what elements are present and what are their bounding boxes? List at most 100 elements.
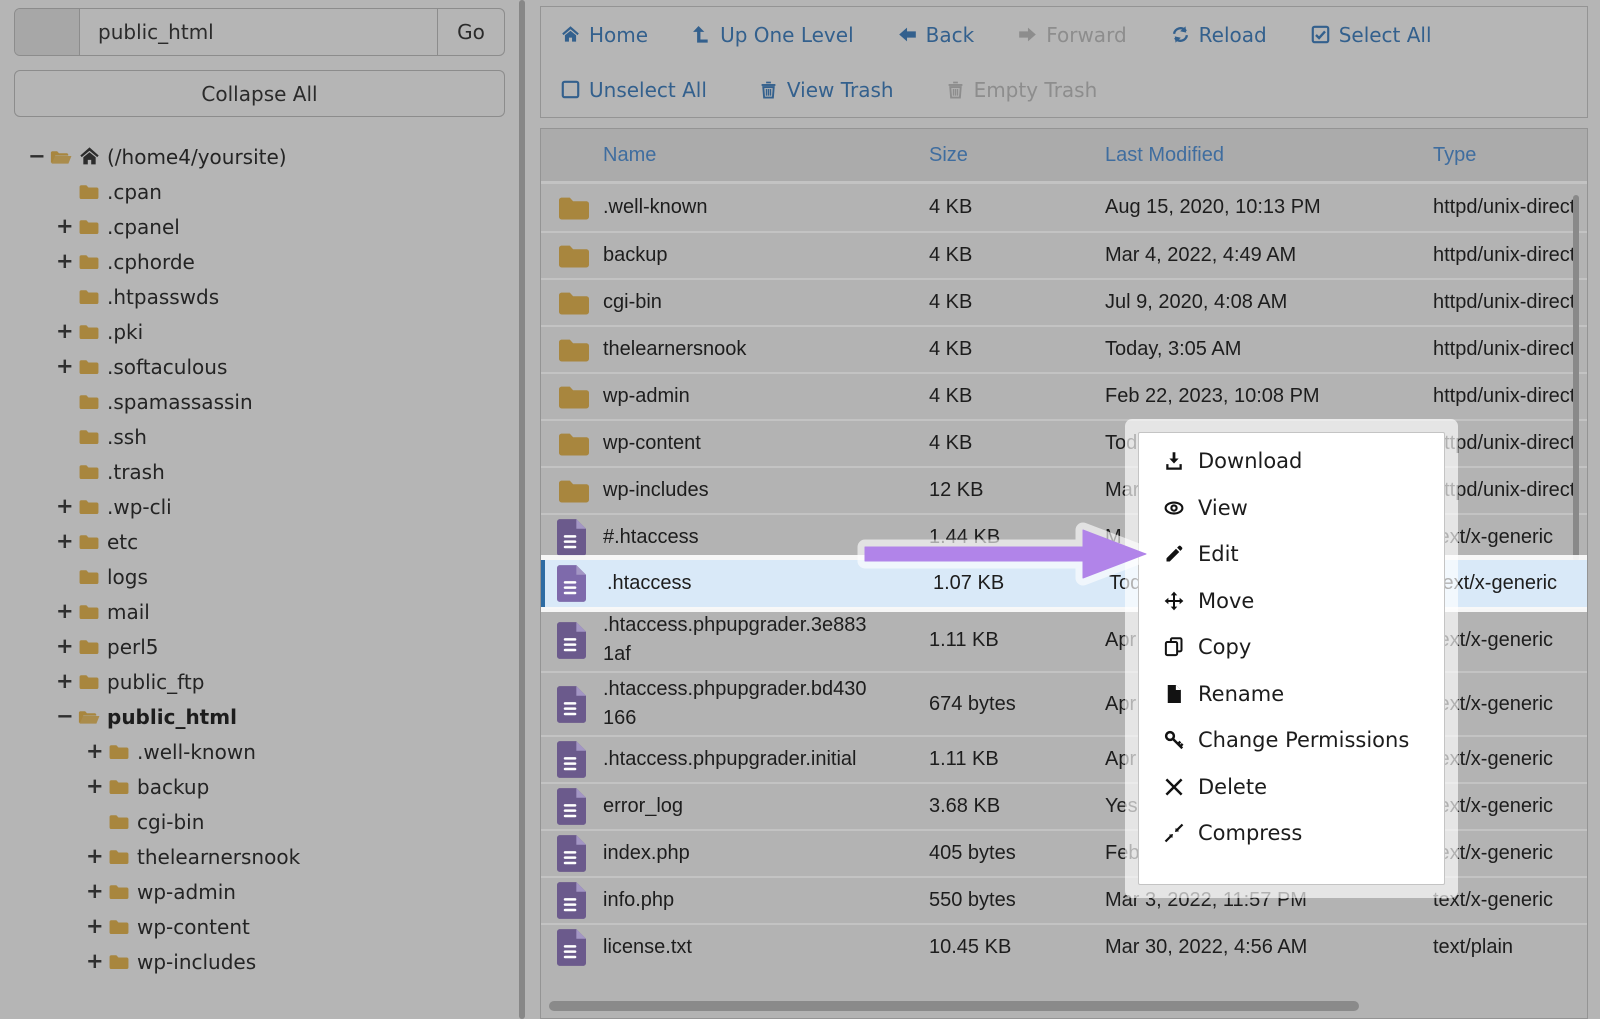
table-vertical-scrollbar[interactable] — [1573, 195, 1579, 561]
table-row[interactable]: .well-known 4 KB Aug 15, 2020, 10:13 PM … — [541, 184, 1587, 231]
unselect-all-button[interactable]: Unselect All — [561, 78, 707, 102]
tree-item--htpasswds[interactable]: .htpasswds — [0, 279, 505, 314]
tree-item--wp-cli[interactable]: + .wp-cli — [0, 489, 505, 524]
tree-expander-icon[interactable]: + — [56, 251, 78, 272]
table-horizontal-scrollbar[interactable] — [549, 1001, 1359, 1011]
context-menu-item-view[interactable]: View — [1139, 485, 1444, 532]
context-menu-item-edit[interactable]: Edit — [1139, 531, 1444, 578]
tree-item-wp-content[interactable]: + wp-content — [0, 909, 505, 944]
tree-item-mail[interactable]: + mail — [0, 594, 505, 629]
table-row[interactable]: backup 4 KB Mar 4, 2022, 4:49 AM httpd/u… — [541, 231, 1587, 278]
empty-trash-button[interactable]: Empty Trash — [946, 78, 1098, 102]
file-size: 4 KB — [929, 432, 1105, 455]
file-size: 550 bytes — [929, 889, 1105, 912]
folder-icon — [78, 498, 100, 515]
file-name: backup — [603, 241, 929, 270]
tree-item-wp-admin[interactable]: + wp-admin — [0, 874, 505, 909]
file-name: index.php — [603, 839, 929, 868]
toolbar-button-label: Forward — [1046, 23, 1126, 47]
file-icon — [541, 882, 603, 919]
tree-item--cpanel[interactable]: + .cpanel — [0, 209, 505, 244]
tree-item-label: .pki — [107, 320, 143, 344]
tree-item--trash[interactable]: .trash — [0, 454, 505, 489]
file-type: text/x-generic — [1437, 572, 1587, 595]
download-icon — [1161, 451, 1187, 471]
tree-item-cgi-bin[interactable]: cgi-bin — [0, 804, 505, 839]
toolbar-button-label: Back — [926, 23, 975, 47]
collapse-all-button[interactable]: Collapse All — [14, 70, 505, 117]
tree-item-perl5[interactable]: + perl5 — [0, 629, 505, 664]
context-menu-item-move[interactable]: Move — [1139, 578, 1444, 625]
file-icon — [545, 565, 607, 602]
context-menu-item-change-permissions[interactable]: Change Permissions — [1139, 717, 1444, 764]
tree-expander-icon[interactable]: + — [56, 531, 78, 552]
tree-item--cphorde[interactable]: + .cphorde — [0, 244, 505, 279]
tree-item--well-known[interactable]: + .well-known — [0, 734, 505, 769]
reload-button[interactable]: Reload — [1171, 23, 1267, 47]
context-menu-item-copy[interactable]: Copy — [1139, 624, 1444, 671]
table-row[interactable]: license.txt 10.45 KB Mar 30, 2022, 4:56 … — [541, 923, 1587, 970]
context-menu-item-delete[interactable]: Delete — [1139, 764, 1444, 811]
tree-expander-icon[interactable]: + — [56, 216, 78, 237]
tree-expander-icon[interactable]: + — [56, 496, 78, 517]
table-row[interactable]: cgi-bin 4 KB Jul 9, 2020, 4:08 AM httpd/… — [541, 278, 1587, 325]
context-menu-item-download[interactable]: Download — [1139, 438, 1444, 485]
tree-expander-icon[interactable]: + — [56, 636, 78, 657]
tree-item-backup[interactable]: + backup — [0, 769, 505, 804]
context-menu-item-label: Download — [1198, 449, 1302, 473]
back-button[interactable]: Back — [898, 23, 975, 47]
tree-item-logs[interactable]: logs — [0, 559, 505, 594]
tree-item-wp-includes[interactable]: + wp-includes — [0, 944, 505, 979]
file-type: text/x-generic — [1433, 748, 1587, 771]
file-name: wp-content — [603, 429, 929, 458]
tree-expander-icon[interactable]: − — [28, 146, 50, 167]
file-name: .htaccess.phpupgrader.initial — [603, 745, 929, 774]
tree-expander-icon[interactable]: + — [56, 321, 78, 342]
tree-item--cpan[interactable]: .cpan — [0, 174, 505, 209]
toolbar-row-2: Unselect All View Trash Empty Trash — [541, 62, 1587, 117]
sidebar-scrollbar[interactable] — [519, 0, 525, 1019]
tree-expander-icon[interactable]: − — [56, 706, 78, 727]
tree-item-public-html[interactable]: − public_html — [0, 699, 505, 734]
tree-item-public-ftp[interactable]: + public_ftp — [0, 664, 505, 699]
home-button[interactable]: Home — [561, 23, 648, 47]
column-header-type[interactable]: Type — [1433, 144, 1587, 167]
tree-item-label: .cpanel — [107, 215, 180, 239]
table-row[interactable]: wp-admin 4 KB Feb 22, 2023, 10:08 PM htt… — [541, 372, 1587, 419]
tree-item--ssh[interactable]: .ssh — [0, 419, 505, 454]
tree-expander-icon[interactable]: + — [86, 776, 108, 797]
tree-item--pki[interactable]: + .pki — [0, 314, 505, 349]
context-menu-item-compress[interactable]: Compress — [1139, 810, 1444, 857]
tree-item--softaculous[interactable]: + .softaculous — [0, 349, 505, 384]
home-directory-button[interactable] — [15, 9, 80, 55]
tree-expander-icon[interactable]: + — [86, 741, 108, 762]
tree-expander-icon[interactable]: + — [56, 601, 78, 622]
tree-expander-icon[interactable]: + — [56, 356, 78, 377]
go-button[interactable]: Go — [437, 9, 504, 55]
tree-item--spamassassin[interactable]: .spamassassin — [0, 384, 505, 419]
tree-expander-icon[interactable]: + — [86, 916, 108, 937]
view-trash-button[interactable]: View Trash — [759, 78, 894, 102]
tree-item-label: wp-includes — [137, 950, 256, 974]
column-header-name[interactable]: Name — [603, 141, 929, 170]
tree-item-etc[interactable]: + etc — [0, 524, 505, 559]
path-input[interactable] — [80, 9, 437, 55]
select-all-button[interactable]: Select All — [1311, 23, 1432, 47]
up-one-level-button[interactable]: Up One Level — [692, 23, 854, 47]
rename-icon — [1161, 684, 1187, 704]
forward-button[interactable]: Forward — [1018, 23, 1126, 47]
file-size: 12 KB — [929, 479, 1105, 502]
context-menu-item-rename[interactable]: Rename — [1139, 671, 1444, 718]
tree-item--home4-yoursite-[interactable]: − (/home4/yoursite) — [0, 139, 505, 174]
file-icon — [541, 741, 603, 778]
tree-expander-icon[interactable]: + — [86, 846, 108, 867]
context-menu-item-label: Delete — [1198, 775, 1267, 799]
folder-icon — [541, 336, 603, 363]
tree-item-thelearnersnook[interactable]: + thelearnersnook — [0, 839, 505, 874]
tree-expander-icon[interactable]: + — [86, 881, 108, 902]
tree-expander-icon[interactable]: + — [56, 671, 78, 692]
column-header-size[interactable]: Size — [929, 144, 1105, 167]
column-header-last-modified[interactable]: Last Modified — [1105, 144, 1433, 167]
tree-expander-icon[interactable]: + — [86, 951, 108, 972]
table-row[interactable]: thelearnersnook 4 KB Today, 3:05 AM http… — [541, 325, 1587, 372]
